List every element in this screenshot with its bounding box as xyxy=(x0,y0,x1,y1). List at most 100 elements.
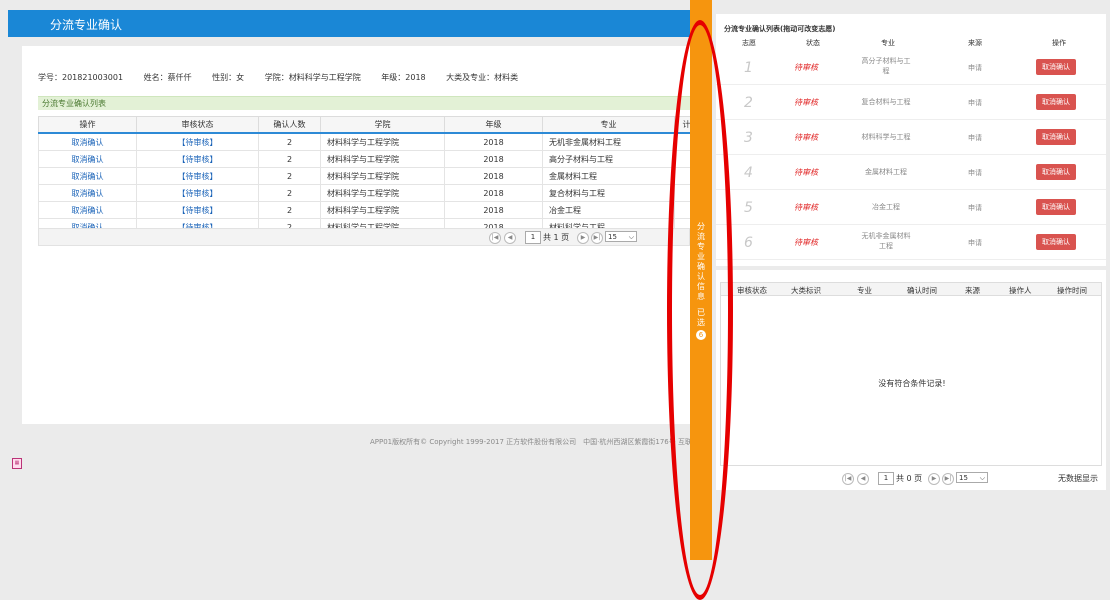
volunteer-row[interactable]: 1 待审核 高分子材料与工程 申请 取消确认 xyxy=(716,50,1106,85)
grade-cell: 2018 xyxy=(444,132,543,151)
col-header[interactable]: 审核状态 xyxy=(737,285,767,296)
col-header[interactable]: 来源 xyxy=(965,285,980,296)
volunteer-major: 冶金工程 xyxy=(872,203,900,211)
page-header: 分流专业确认 xyxy=(8,10,690,37)
cancel-confirm-button[interactable]: 取消确认 xyxy=(1036,199,1076,215)
audit-status-link[interactable]: 【待审核】 xyxy=(178,138,218,147)
cancel-confirm-button[interactable]: 取消确认 xyxy=(1036,234,1076,250)
prev-page-icon[interactable]: ◀ xyxy=(857,473,869,485)
main-content: 学号：201821003001 姓名：蔡仟仟 性别：女 学院：材料科学与工程学院… xyxy=(22,46,699,424)
col-header[interactable]: 专业 xyxy=(857,285,872,296)
audit-status-link[interactable]: 【待审核】 xyxy=(178,155,218,164)
table-row[interactable]: 取消确认 【待审核】 2 材料科学与工程学院 2018 金属材料工程 xyxy=(38,167,699,185)
col-header[interactable]: 操作时间 xyxy=(1057,285,1087,296)
page-total: 共 1 页 xyxy=(543,233,570,242)
page-size-select[interactable]: 15 ⌵ xyxy=(605,231,637,242)
major-cell: 金属材料工程 xyxy=(542,167,675,185)
cancel-confirm-button[interactable]: 取消确认 xyxy=(1036,164,1076,180)
table-row[interactable]: 取消确认 【待审核】 2 材料科学与工程学院 2018 冶金工程 xyxy=(38,201,699,219)
college-cell: 材料科学与工程学院 xyxy=(320,132,445,151)
volunteer-status: 待审核 xyxy=(794,98,818,107)
student-name: 姓名：蔡仟仟 xyxy=(143,73,192,82)
next-page-icon[interactable]: ▶ xyxy=(577,232,589,244)
major-cell: 复合材料与工程 xyxy=(542,184,675,202)
col-header[interactable]: 专业 xyxy=(542,116,675,134)
volunteer-status: 待审核 xyxy=(794,133,818,142)
volunteer-source: 申请 xyxy=(968,64,982,72)
cancel-confirm-link[interactable]: 取消确认 xyxy=(72,189,104,198)
volunteer-major: 高分子材料与工程 xyxy=(861,57,911,75)
student-gender: 性别：女 xyxy=(212,73,245,82)
audit-status-link[interactable]: 【待审核】 xyxy=(178,189,218,198)
major-cell: 无机非金属材料工程 xyxy=(542,132,675,151)
volunteer-row[interactable]: 2 待审核 复合材料与工程 申请 取消确认 xyxy=(716,85,1106,120)
history-pager: |◀ ◀ 1 共 0 页 ▶ ▶| 15 ⌵ 无数据显示 xyxy=(716,470,1106,486)
next-page-icon[interactable]: ▶ xyxy=(928,473,940,485)
table-pager: |◀ ◀ 1 共 1 页 ▶ ▶| 15 ⌵ xyxy=(38,228,690,246)
volunteer-source: 申请 xyxy=(968,134,982,142)
volunteer-major: 复合材料与工程 xyxy=(861,98,911,106)
volunteer-source: 申请 xyxy=(968,239,982,247)
first-page-icon[interactable]: |◀ xyxy=(842,473,854,485)
cancel-confirm-link[interactable]: 取消确认 xyxy=(72,172,104,181)
volunteer-row[interactable]: 5 待审核 冶金工程 申请 取消确认 xyxy=(716,190,1106,225)
student-college: 学院：材料科学与工程学院 xyxy=(264,73,361,82)
page-size-select[interactable]: 15 ⌵ xyxy=(956,472,988,483)
panel-header: 志愿 状态 专业 来源 操作 xyxy=(742,39,1066,47)
empty-message: 没有符合条件记录! xyxy=(878,379,946,388)
page-input[interactable]: 1 xyxy=(878,472,894,485)
major-cell: 冶金工程 xyxy=(542,201,675,219)
volunteer-number: 3 xyxy=(744,130,753,146)
col-header[interactable]: 确认时间 xyxy=(907,285,937,296)
confirm-count: 2 xyxy=(258,132,321,151)
volunteer-status: 待审核 xyxy=(794,238,818,247)
page-input[interactable]: 1 xyxy=(525,231,541,244)
col-header[interactable]: 年级 xyxy=(444,116,543,134)
last-page-icon[interactable]: ▶| xyxy=(942,473,954,485)
cancel-confirm-button[interactable]: 取消确认 xyxy=(1036,129,1076,145)
grade-cell: 2018 xyxy=(444,201,543,219)
last-page-icon[interactable]: ▶| xyxy=(591,232,603,244)
cancel-confirm-link[interactable]: 取消确认 xyxy=(72,206,104,215)
col-header[interactable]: 确认人数 xyxy=(258,116,321,134)
page-total: 共 0 页 xyxy=(896,474,923,483)
prev-page-icon[interactable]: ◀ xyxy=(504,232,516,244)
col-header[interactable]: 操作 xyxy=(38,116,137,134)
selection-sidebar-toggle[interactable]: 分 流 专 业 确 认 信 息 已 选 6 xyxy=(690,0,712,560)
volunteer-row[interactable]: 3 待审核 材料科学与工程 申请 取消确认 xyxy=(716,120,1106,155)
col-header[interactable]: 大类标识 xyxy=(791,285,821,296)
cancel-confirm-link[interactable]: 取消确认 xyxy=(72,138,104,147)
volunteer-status: 待审核 xyxy=(794,168,818,177)
table-row[interactable]: 取消确认 【待审核】 2 材料科学与工程学院 2018 复合材料与工程 xyxy=(38,184,699,202)
excel-icon[interactable]: ▦ xyxy=(12,458,22,469)
volunteer-number: 2 xyxy=(744,95,753,111)
table-row[interactable]: 取消确认 【待审核】 2 材料科学与工程学院 2018 无机非金属材料工程 xyxy=(38,132,699,151)
audit-status-link[interactable]: 【待审核】 xyxy=(178,172,218,181)
cancel-confirm-link[interactable]: 取消确认 xyxy=(72,155,104,164)
volunteer-status: 待审核 xyxy=(794,203,818,212)
table-header-row: 操作 审核状态 确认人数 学院 年级 专业 计 xyxy=(38,116,699,134)
col-header[interactable]: 学院 xyxy=(320,116,445,134)
volunteer-row[interactable]: 4 待审核 金属材料工程 申请 取消确认 xyxy=(716,155,1106,190)
volunteer-number: 5 xyxy=(744,200,753,216)
col-header[interactable]: 操作人 xyxy=(1009,285,1032,296)
major-cell: 高分子材料与工程 xyxy=(542,150,675,168)
confirm-count: 2 xyxy=(258,150,321,168)
history-panel: 审核状态 大类标识 专业 确认时间 来源 操作人 操作时间 没有符合条件记录! … xyxy=(716,270,1106,490)
selected-count-badge: 6 xyxy=(696,330,706,340)
first-page-icon[interactable]: |◀ xyxy=(489,232,501,244)
audit-status-link[interactable]: 【待审核】 xyxy=(178,206,218,215)
confirm-count: 2 xyxy=(258,201,321,219)
page-title: 分流专业确认 xyxy=(50,18,123,32)
panel-title: 分流专业确认列表(拖动可改变志愿) xyxy=(724,25,836,33)
volunteer-source: 申请 xyxy=(968,204,982,212)
col-header[interactable]: 审核状态 xyxy=(136,116,259,134)
list-title: 分流专业确认列表 xyxy=(38,96,690,110)
table-row[interactable]: 取消确认 【待审核】 2 材料科学与工程学院 2018 高分子材料与工程 xyxy=(38,150,699,168)
grade-cell: 2018 xyxy=(444,184,543,202)
confirm-count: 2 xyxy=(258,167,321,185)
cancel-confirm-button[interactable]: 取消确认 xyxy=(1036,94,1076,110)
cancel-confirm-button[interactable]: 取消确认 xyxy=(1036,59,1076,75)
college-cell: 材料科学与工程学院 xyxy=(320,201,445,219)
volunteer-row[interactable]: 6 待审核 无机非金属材料 工程 申请 取消确认 xyxy=(716,225,1106,260)
